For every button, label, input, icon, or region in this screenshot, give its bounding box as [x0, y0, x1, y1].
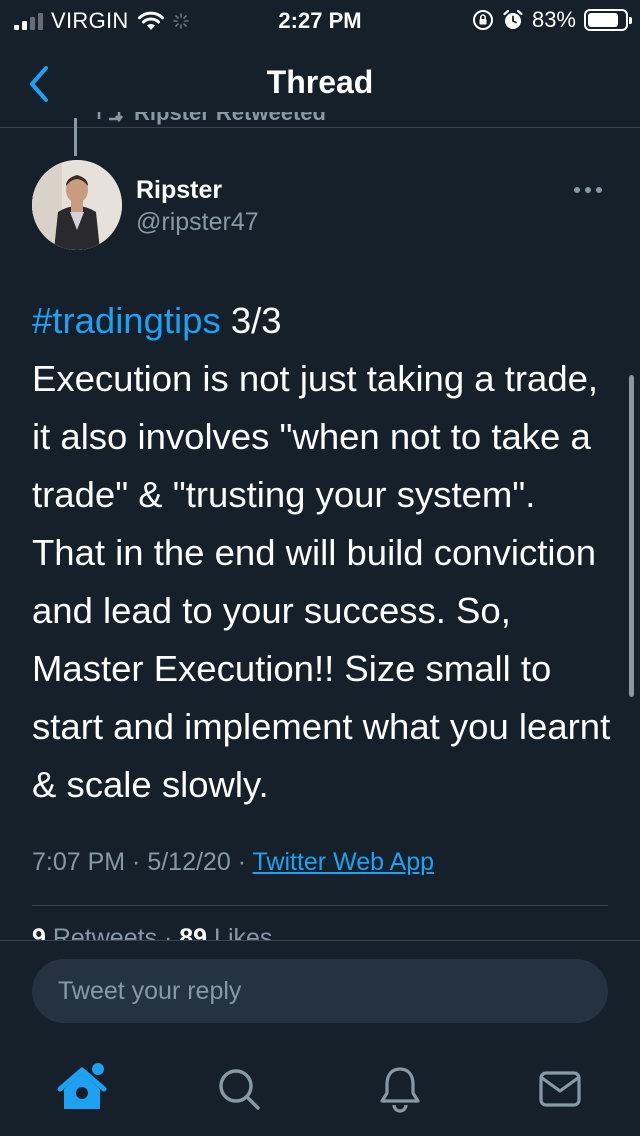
hashtag-link[interactable]: #tradingtips: [32, 300, 221, 341]
tweet-time: 7:07 PM: [32, 848, 126, 876]
tab-search[interactable]: [209, 1059, 269, 1119]
status-right: 83%: [472, 7, 632, 33]
more-options-icon[interactable]: [568, 178, 608, 202]
battery-icon: [584, 9, 632, 31]
divider: [32, 905, 608, 906]
tweet-source-link[interactable]: Twitter Web App: [253, 848, 435, 876]
tweet-stats[interactable]: 9 Retweets · 89 Likes: [32, 914, 272, 940]
author-photo: [32, 160, 122, 250]
tweet-date: 5/12/20: [147, 848, 231, 876]
thread-screen: VIRGIN 2:27 PM 83% Thread Ripster Retwee…: [0, 0, 640, 1136]
reply-input[interactable]: [32, 959, 608, 1023]
retweet-icon: [97, 112, 124, 123]
messages-icon: [539, 1071, 581, 1107]
tab-notifications[interactable]: [370, 1059, 430, 1119]
page-title: Thread: [266, 64, 374, 100]
avatar[interactable]: [32, 160, 122, 250]
tweet-body-text: 3/3 Execution is not just taking a trade…: [32, 300, 611, 805]
thread-connector-line: [74, 118, 77, 156]
tab-messages[interactable]: [530, 1059, 590, 1119]
meta-separator: ·: [125, 848, 148, 876]
likes-label: Likes: [207, 924, 273, 940]
tweet-metadata: 7:07 PM · 5/12/20 · Twitter Web App: [32, 848, 434, 877]
home-icon: [57, 1063, 107, 1109]
retweet-context[interactable]: Ripster Retweeted: [94, 112, 326, 140]
tab-home[interactable]: [52, 1059, 112, 1119]
meta-separator: ·: [230, 848, 253, 876]
search-icon: [219, 1069, 260, 1110]
alarm-icon: [503, 9, 523, 29]
author-name[interactable]: Ripster: [136, 176, 222, 205]
retweet-count: 9: [32, 924, 46, 940]
status-bar: VIRGIN 2:27 PM 83%: [0, 0, 640, 40]
retweeted-by-label: Ripster Retweeted: [134, 112, 326, 125]
notifications-icon: [380, 1067, 420, 1113]
retweets-label: Retweets ·: [45, 924, 180, 940]
rotation-lock-icon: [472, 10, 493, 30]
battery-percent: 83%: [531, 7, 576, 32]
scrollbar[interactable]: [629, 375, 634, 697]
author-handle[interactable]: @ripster47: [136, 208, 259, 237]
tweet-body: #tradingtips 3/3 Execution is not just t…: [32, 292, 612, 814]
bottom-bar: [0, 940, 640, 1136]
battery-fill: [588, 13, 618, 27]
like-count: 89: [179, 924, 208, 940]
